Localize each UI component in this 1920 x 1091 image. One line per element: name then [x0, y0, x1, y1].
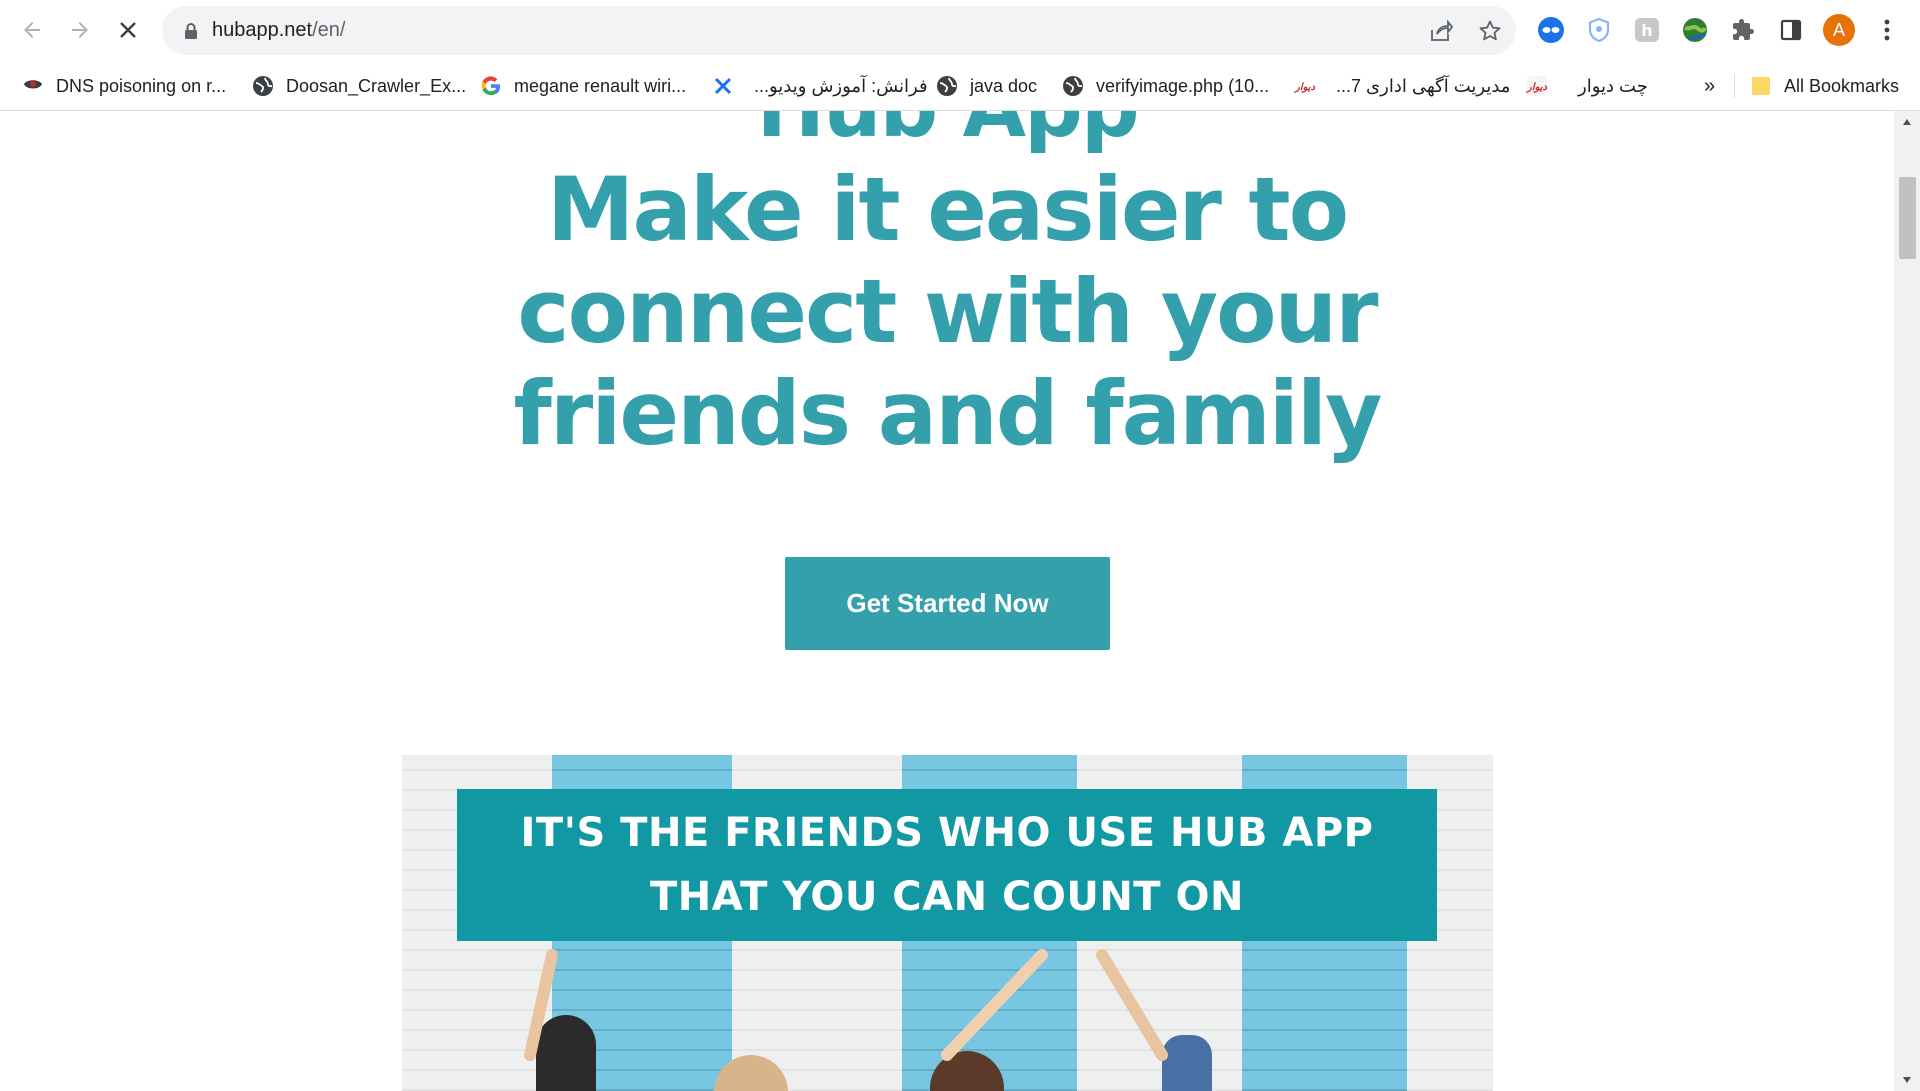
bookmark-label: verifyimage.php (10... — [1096, 75, 1270, 96]
banner-line: THAT YOU CAN COUNT ON — [650, 874, 1244, 920]
scroll-thumb[interactable] — [1899, 177, 1916, 259]
google-icon — [480, 75, 502, 97]
back-arrow-icon — [24, 22, 40, 38]
bookmark-label: چت دیوار — [1578, 75, 1648, 96]
page-viewport: Hub App Make it easier to connect with y… — [0, 111, 1894, 1091]
banner-caption: IT'S THE FRIENDS WHO USE HUB APP THAT YO… — [457, 789, 1437, 941]
forward-button[interactable] — [62, 12, 98, 48]
divar-favicon-icon: دیوار — [1526, 75, 1548, 97]
extension-incognito-icon[interactable] — [1534, 13, 1568, 47]
bookmark-item[interactable]: megane renault wiri... — [480, 62, 686, 110]
bookmark-star-icon[interactable] — [1475, 16, 1505, 46]
svg-text:دیوار: دیوار — [1294, 82, 1316, 93]
hero-banner-image: IT'S THE FRIENDS WHO USE HUB APP THAT YO… — [402, 755, 1493, 1091]
extension-h-icon[interactable]: h — [1630, 13, 1664, 47]
url-path: /en/ — [312, 19, 346, 41]
triangle-down-icon — [1903, 1077, 1911, 1083]
bookmark-label: DNS poisoning on r... — [56, 75, 227, 96]
profile-avatar[interactable]: A — [1822, 13, 1856, 47]
browser-menu-button[interactable] — [1870, 13, 1904, 47]
svg-text:h: h — [1641, 21, 1652, 40]
hero-headline: Make it easier to connect with your frie… — [0, 159, 1894, 465]
headline-line: connect with your — [517, 260, 1378, 363]
bookmark-label: فرانش: آموزش ویدیو... — [754, 75, 928, 96]
url-host: hubapp.net — [212, 19, 313, 41]
headline-line: friends and family — [513, 362, 1383, 465]
address-bar[interactable]: hubapp.net/en/ — [162, 6, 1516, 55]
dns-favicon-icon — [22, 75, 44, 97]
folder-icon — [1750, 75, 1772, 97]
url-text[interactable]: hubapp.net/en/ — [212, 6, 345, 55]
bookmark-item[interactable]: DNS poisoning on r... — [22, 62, 226, 110]
scroll-down-arrow[interactable] — [1894, 1069, 1920, 1091]
divar-favicon-icon: دیوار — [1294, 75, 1316, 97]
extension-globe-icon[interactable] — [1678, 13, 1712, 47]
browser-toolbar: hubapp.net/en/ h A — [0, 0, 1920, 62]
profile-initial: A — [1832, 20, 1845, 40]
extension-shield-icon[interactable] — [1582, 13, 1616, 47]
globe-icon — [252, 75, 274, 97]
globe-icon — [936, 75, 958, 97]
extensions-puzzle-icon[interactable] — [1726, 13, 1760, 47]
back-button[interactable] — [14, 12, 50, 48]
banner-line: IT'S THE FRIENDS WHO USE HUB APP — [520, 810, 1374, 856]
bookmark-item[interactable]: دیوار چت دیوار — [1526, 62, 1648, 110]
bookmarks-divider — [1734, 74, 1735, 98]
globe-icon — [1062, 75, 1084, 97]
scroll-up-arrow[interactable] — [1894, 111, 1920, 133]
get-started-button[interactable]: Get Started Now — [785, 557, 1110, 650]
svg-text:دیوار: دیوار — [1526, 82, 1548, 93]
page-scrollbar[interactable] — [1894, 111, 1920, 1091]
x-favicon-icon — [712, 75, 734, 97]
hero-title-partial: Hub App — [0, 111, 1894, 159]
bookmark-item[interactable]: java doc — [936, 62, 1037, 110]
forward-arrow-icon — [72, 22, 88, 38]
bookmarks-bar: DNS poisoning on r... Doosan_Crawler_Ex.… — [0, 62, 1920, 111]
stop-loading-button[interactable] — [110, 12, 146, 48]
bookmark-label: megane renault wiri... — [514, 75, 687, 96]
share-icon[interactable] — [1426, 16, 1456, 46]
lock-icon[interactable] — [176, 16, 206, 46]
all-bookmarks-folder[interactable]: All Bookmarks — [1750, 62, 1899, 110]
bookmark-label: Doosan_Crawler_Ex... — [286, 75, 467, 96]
bookmark-label: All Bookmarks — [1784, 75, 1900, 96]
bookmark-item[interactable]: دیوار مدیریت آگهی اداری 7... — [1294, 62, 1510, 110]
side-panel-icon[interactable] — [1774, 13, 1808, 47]
bookmark-label: java doc — [970, 75, 1038, 96]
more-bookmarks-button[interactable]: » — [1704, 62, 1715, 110]
triangle-up-icon — [1903, 119, 1911, 125]
bookmark-item[interactable]: verifyimage.php (10... — [1062, 62, 1269, 110]
close-icon — [120, 22, 136, 38]
more-vert-icon — [1884, 19, 1890, 41]
bookmark-item[interactable]: فرانش: آموزش ویدیو... — [712, 62, 928, 110]
bookmark-item[interactable]: Doosan_Crawler_Ex... — [252, 62, 466, 110]
chevron-double-right-icon: » — [1704, 74, 1716, 97]
headline-line: Make it easier to — [546, 158, 1349, 261]
bookmark-label: مدیریت آگهی اداری 7... — [1336, 75, 1511, 96]
